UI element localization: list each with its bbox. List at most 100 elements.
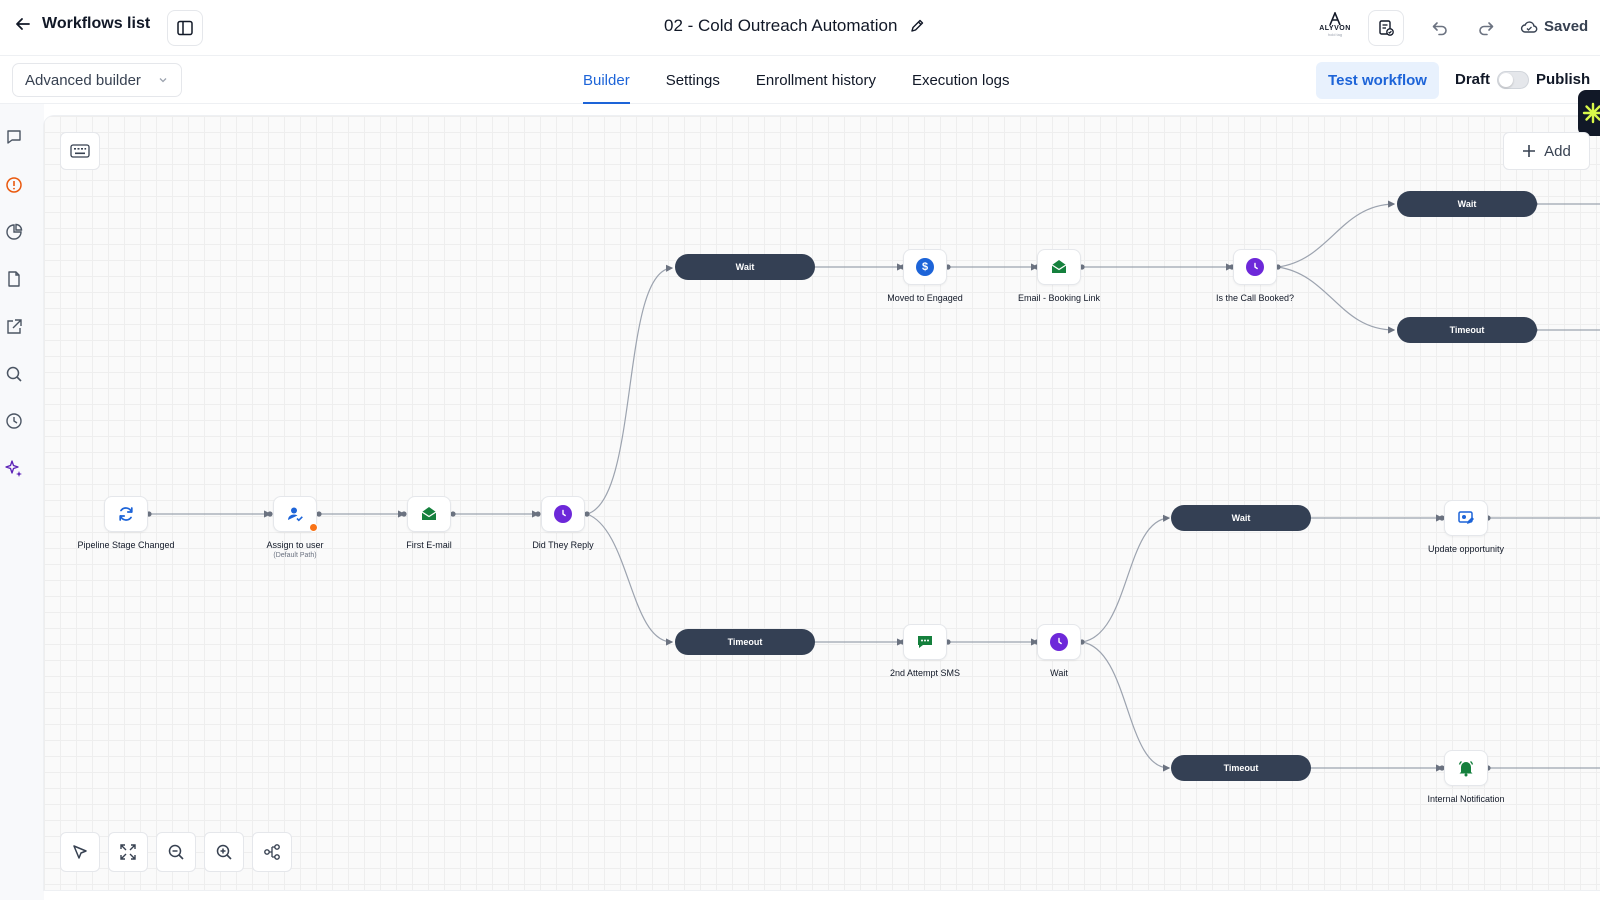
workflow-title: 02 - Cold Outreach Automation (664, 16, 898, 35)
cursor-icon (73, 845, 87, 859)
zoom-out-icon (168, 844, 184, 860)
workflow-title-area: 02 - Cold Outreach Automation (664, 16, 925, 36)
node-is-call-booked[interactable] (1233, 249, 1277, 285)
node-first-email[interactable] (407, 496, 451, 532)
node-label: Update opportunity (1427, 544, 1505, 554)
email-icon (421, 507, 437, 520)
document-check-icon (1379, 20, 1394, 36)
brand-mark-icon (1329, 12, 1341, 26)
node-moved-to-engaged[interactable]: $ (903, 249, 947, 285)
keyboard-shortcuts-button[interactable] (60, 132, 100, 170)
auto-layout-button[interactable] (252, 832, 292, 872)
expand-icon (120, 844, 136, 860)
keyboard-icon (70, 144, 90, 158)
warning-dot (309, 523, 318, 532)
node-label: Email - Booking Link (1017, 293, 1101, 303)
node-pipeline-stage-changed[interactable] (104, 496, 148, 532)
test-workflow-button[interactable]: Test workflow (1316, 62, 1439, 99)
node-label: First E-mail (406, 540, 452, 550)
edit-card-icon (1458, 511, 1474, 524)
notes-rail-item[interactable] (3, 268, 25, 290)
add-action-button[interactable]: Add (1503, 132, 1590, 170)
pill-timeout-right-top[interactable]: Timeout (1397, 317, 1537, 343)
pill-wait-right-top[interactable]: Wait (1397, 191, 1537, 217)
burst-icon (1582, 102, 1600, 124)
version-history-button[interactable] (1368, 10, 1404, 46)
alert-circle-icon (6, 177, 22, 193)
undo-icon (1432, 22, 1447, 36)
history-rail-item[interactable] (3, 410, 25, 432)
plus-icon (1523, 145, 1536, 157)
refresh-icon (119, 507, 133, 521)
sms-icon (918, 636, 932, 648)
canvas-tools (60, 832, 292, 872)
pill-timeout-mid[interactable]: Timeout (675, 629, 815, 655)
node-assign-to-user[interactable] (273, 496, 318, 532)
back-label: Workflows list (42, 15, 151, 32)
pill-wait-right-mid[interactable]: Wait (1171, 505, 1311, 531)
sparkles-icon (5, 460, 22, 477)
node-update-opportunity[interactable] (1444, 500, 1488, 536)
pill-wait-top[interactable]: Wait (675, 254, 815, 280)
workflow-tabs: Builder Settings Enrollment history Exec… (583, 56, 1010, 104)
node-label: Is the Call Booked? (1215, 293, 1295, 303)
pill-timeout-right-bottom[interactable]: Timeout (1171, 755, 1311, 781)
clock-icon (1050, 633, 1068, 651)
brand-name: ALYVON (1319, 25, 1351, 32)
back-to-workflows-link[interactable]: Workflows list (14, 15, 150, 33)
zoom-in-icon (216, 844, 232, 860)
node-wait[interactable] (1037, 624, 1081, 660)
stats-rail-item[interactable] (3, 221, 25, 243)
node-label: 2nd Attempt SMS (889, 668, 961, 678)
node-email-booking-link[interactable] (1037, 249, 1081, 285)
draft-label: Draft (1455, 71, 1491, 88)
comments-rail-item[interactable] (3, 126, 25, 148)
errors-rail-item[interactable] (3, 174, 25, 196)
publish-toggle[interactable] (1497, 71, 1529, 89)
chevron-down-icon (159, 78, 167, 83)
flow-tree-icon (264, 844, 280, 860)
clock-icon (554, 505, 572, 523)
assistant-launcher-button[interactable] (1578, 90, 1600, 136)
builder-mode-value: Advanced builder (25, 71, 141, 89)
zoom-out-button[interactable] (156, 832, 196, 872)
external-link-icon (7, 319, 22, 334)
email-icon (1051, 260, 1067, 273)
sub-toolbar: Advanced builder Builder Settings Enroll… (0, 56, 1600, 104)
node-internal-notification[interactable] (1444, 750, 1488, 786)
user-assign-icon (288, 507, 303, 522)
zoom-in-button[interactable] (204, 832, 244, 872)
share-rail-item[interactable] (3, 316, 25, 338)
tab-settings[interactable]: Settings (666, 56, 720, 104)
bell-icon (1458, 760, 1474, 777)
node-second-attempt-sms[interactable] (903, 624, 947, 660)
search-rail-item[interactable] (3, 363, 25, 385)
fit-view-button[interactable] (108, 832, 148, 872)
tab-execution-logs[interactable]: Execution logs (912, 56, 1010, 104)
saved-label: Saved (1544, 18, 1589, 35)
ai-assistant-rail-item[interactable] (3, 458, 25, 480)
pencil-icon[interactable] (909, 18, 925, 34)
cloud-check-icon (1520, 20, 1538, 33)
node-label: Moved to Engaged (887, 293, 963, 303)
node-label: Wait (1050, 668, 1068, 678)
add-label: Add (1544, 142, 1571, 160)
pie-chart-icon (6, 223, 23, 240)
redo-icon (1479, 22, 1494, 36)
redo-button[interactable] (1468, 10, 1504, 46)
toggle-sidebar-button[interactable] (167, 10, 203, 46)
publish-label: Publish (1536, 71, 1591, 88)
select-tool-button[interactable] (60, 832, 100, 872)
search-icon (6, 366, 22, 382)
node-label: Internal Notification (1427, 794, 1505, 804)
left-rail (0, 104, 44, 900)
builder-mode-select[interactable]: Advanced builder (12, 63, 182, 97)
node-did-they-reply[interactable] (541, 496, 585, 532)
tab-enrollment-history[interactable]: Enrollment history (756, 56, 876, 104)
undo-button[interactable] (1422, 10, 1458, 46)
tab-builder[interactable]: Builder (583, 56, 630, 104)
brand-logo: ALYVON hold tag (1314, 12, 1356, 46)
clock-history-icon (6, 413, 22, 429)
clock-icon (1246, 258, 1264, 276)
chat-icon (7, 130, 21, 144)
